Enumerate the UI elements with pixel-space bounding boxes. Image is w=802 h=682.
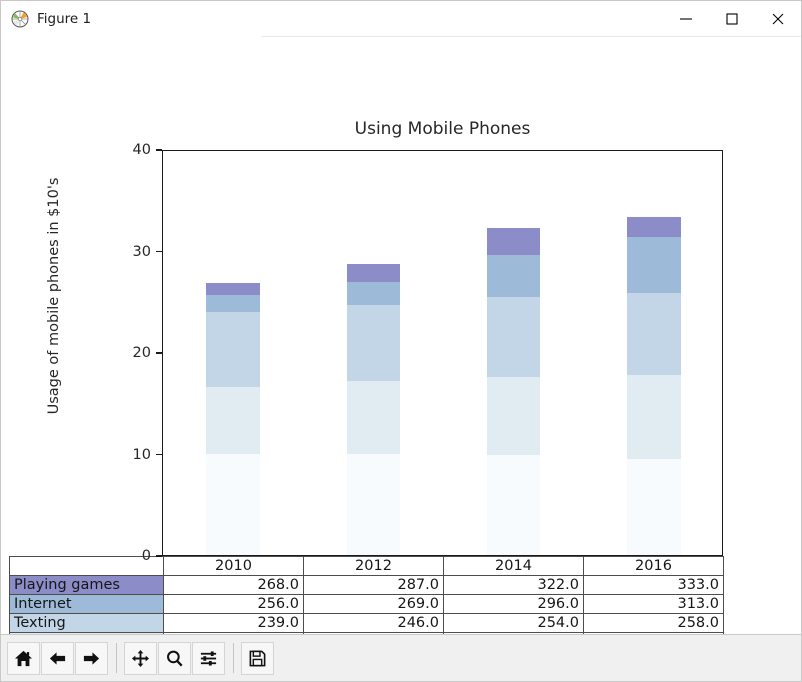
table-body: Playing games 268.0 287.0 322.0 333.0 Interne… bbox=[9, 575, 724, 634]
bar-segment bbox=[346, 453, 400, 555]
table-column-header: 2016 bbox=[583, 556, 724, 576]
table-row-label: Texting bbox=[9, 613, 164, 633]
table-cell: 287.0 bbox=[303, 575, 444, 595]
navigation-toolbar bbox=[1, 634, 801, 681]
table-cell: 171.0 bbox=[303, 632, 444, 634]
figure-canvas[interactable]: Using Mobile Phones Usage of mobile phon… bbox=[1, 38, 801, 634]
bar-group bbox=[206, 149, 260, 555]
bar-segment bbox=[486, 228, 541, 255]
bar-segment bbox=[627, 237, 681, 294]
figure-window: Figure 1 Using Mobile Phones Usage of mo… bbox=[0, 0, 802, 682]
sliders-configure-icon bbox=[199, 649, 218, 668]
floppy-save-icon bbox=[248, 649, 267, 668]
table-cell: 239.0 bbox=[163, 613, 304, 633]
table-cell: 246.0 bbox=[303, 613, 444, 633]
chart-title: Using Mobile Phones bbox=[354, 119, 531, 139]
y-tick-mark bbox=[156, 555, 162, 557]
y-tick-label: 10 bbox=[132, 446, 151, 463]
table-cell: 175.0 bbox=[443, 632, 584, 634]
table-column-header: 2014 bbox=[443, 556, 584, 576]
y-tick-mark bbox=[156, 250, 162, 253]
table-column-header: 2010 bbox=[163, 556, 304, 576]
table-cell: 269.0 bbox=[303, 594, 444, 614]
bar-group bbox=[627, 149, 681, 555]
home-button[interactable] bbox=[7, 641, 40, 675]
plot-axes bbox=[162, 150, 723, 556]
magnifier-zoom-icon bbox=[165, 649, 184, 668]
window-titlebar: Figure 1 bbox=[1, 1, 801, 38]
y-tick-label: 40 bbox=[132, 142, 151, 158]
bar-segment bbox=[206, 312, 260, 387]
table-cell: 313.0 bbox=[583, 594, 724, 614]
table-row-label: Take Photos bbox=[9, 632, 164, 634]
bar-segment bbox=[206, 295, 260, 313]
y-tick-label: 0 bbox=[141, 548, 151, 564]
toolbar-separator-2 bbox=[233, 643, 234, 673]
titlebar-divider bbox=[261, 36, 801, 37]
bar-segment bbox=[346, 263, 400, 282]
bar-segment bbox=[627, 217, 681, 238]
pan-button[interactable] bbox=[124, 641, 157, 675]
y-tick-mark bbox=[156, 453, 162, 456]
close-button[interactable] bbox=[755, 1, 801, 37]
back-arrow-icon bbox=[48, 649, 67, 668]
table-cell: 333.0 bbox=[583, 575, 724, 595]
bar-group bbox=[346, 149, 400, 555]
y-tick-mark bbox=[156, 352, 162, 354]
matplotlib-logo-icon bbox=[11, 10, 29, 28]
bar-segment bbox=[627, 458, 681, 555]
y-axis-ticks bbox=[1, 38, 156, 634]
bar-segment bbox=[346, 381, 400, 454]
table-cell: 256.0 bbox=[163, 594, 304, 614]
table-cell: 177.0 bbox=[583, 632, 724, 634]
table-row: Internet 256.0 269.0 296.0 313.0 bbox=[9, 594, 724, 614]
bar-segment bbox=[206, 386, 260, 454]
bar-segment bbox=[486, 297, 541, 378]
forward-arrow-icon bbox=[82, 649, 101, 668]
pan-move-icon bbox=[131, 649, 150, 668]
maximize-button[interactable] bbox=[709, 1, 755, 37]
bar-group bbox=[486, 149, 541, 555]
bar-segment bbox=[486, 377, 541, 455]
table-row-label: Internet bbox=[9, 594, 164, 614]
y-tick-mark bbox=[156, 149, 162, 151]
table-cell: 258.0 bbox=[583, 613, 724, 633]
table-column-header: 2012 bbox=[303, 556, 444, 576]
data-table-container: 2010 2012 2014 2016 Playing games 268.0 287.0… bbox=[9, 556, 724, 634]
bar-segment bbox=[627, 293, 681, 376]
y-tick-label: 30 bbox=[132, 243, 151, 260]
table-cell: 166.0 bbox=[163, 632, 304, 634]
bar-segment bbox=[486, 254, 541, 298]
bar-segment bbox=[346, 305, 400, 382]
bar-segment bbox=[627, 375, 681, 459]
bar-segment bbox=[206, 453, 260, 555]
bar-segment bbox=[206, 283, 260, 296]
table-cell: 268.0 bbox=[163, 575, 304, 595]
table-cell: 254.0 bbox=[443, 613, 584, 633]
data-table: 2010 2012 2014 2016 Playing games 268.0 287.0… bbox=[9, 556, 724, 634]
window-controls bbox=[663, 1, 801, 37]
zoom-button[interactable] bbox=[158, 641, 191, 675]
toolbar-separator-1 bbox=[116, 643, 117, 673]
titlebar-left: Figure 1 bbox=[1, 10, 91, 28]
table-cell: 296.0 bbox=[443, 594, 584, 614]
home-icon bbox=[14, 649, 33, 668]
back-button[interactable] bbox=[41, 641, 74, 675]
bar-segment bbox=[346, 281, 400, 306]
forward-button[interactable] bbox=[75, 641, 108, 675]
minimize-button[interactable] bbox=[663, 1, 709, 37]
configure-subplots-button[interactable] bbox=[192, 641, 225, 675]
bar-segment bbox=[486, 454, 541, 555]
table-cell: 322.0 bbox=[443, 575, 584, 595]
table-row: Playing games 268.0 287.0 322.0 333.0 bbox=[9, 575, 724, 595]
table-row: Take Photos166.0171.0175.0177.0 bbox=[9, 632, 724, 634]
table-row: Texting 239.0 246.0 254.0 258.0 bbox=[9, 613, 724, 633]
table-row-label: Playing games bbox=[9, 575, 164, 595]
y-tick-label: 20 bbox=[132, 345, 151, 361]
save-button[interactable] bbox=[241, 641, 274, 675]
window-title: Figure 1 bbox=[37, 11, 92, 27]
